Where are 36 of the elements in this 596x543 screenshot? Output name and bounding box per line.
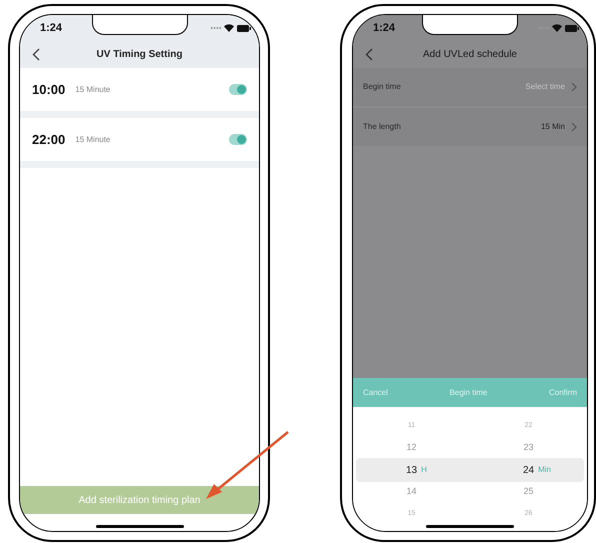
picker-title: Begin time	[450, 386, 488, 398]
schedule-time: 10:00	[32, 80, 66, 99]
setting-row[interactable]: The length 15 Min	[353, 108, 587, 148]
schedule-time: 22:00	[32, 130, 66, 149]
status-time: 1:24	[40, 20, 62, 36]
toggle-switch[interactable]	[229, 84, 247, 95]
battery-icon	[237, 24, 251, 32]
screen-title: Add UVLed schedule	[423, 48, 517, 62]
schedule-duration: 15 Minute	[75, 84, 110, 96]
add-plan-button[interactable]: Add sterilization timing plan	[20, 486, 259, 514]
unit-label: H	[421, 464, 427, 476]
chevron-icon	[571, 122, 577, 132]
back-icon[interactable]	[32, 48, 40, 61]
row-label: The length	[363, 121, 401, 133]
picker-option[interactable]: 24	[522, 462, 534, 478]
row-value: Select time	[525, 81, 565, 93]
battery-icon	[565, 24, 579, 32]
row-value: 15 Min	[540, 121, 565, 133]
picker-option[interactable]: 13	[406, 462, 418, 478]
schedule-duration: 15 Minute	[75, 134, 110, 146]
picker-option[interactable]: 23	[523, 441, 534, 455]
back-icon[interactable]	[365, 48, 373, 61]
picker-option[interactable]: 12	[406, 441, 416, 455]
status-time: 1:24	[373, 20, 396, 36]
cancel-button[interactable]: Cancel	[363, 386, 388, 398]
picker-option[interactable]: 25	[523, 485, 534, 499]
row-label: Begin time	[363, 81, 401, 93]
confirm-button[interactable]: Confirm	[548, 386, 577, 398]
picker-option[interactable]: 14	[406, 485, 416, 499]
setting-row[interactable]: Begin time Select time	[353, 68, 587, 108]
wifi-icon	[552, 24, 562, 32]
screen-title: UV Timing Setting	[96, 48, 182, 62]
unit-label: Min	[538, 464, 551, 476]
chevron-icon	[571, 82, 577, 92]
wifi-icon	[224, 24, 234, 32]
toggle-switch[interactable]	[229, 134, 247, 145]
